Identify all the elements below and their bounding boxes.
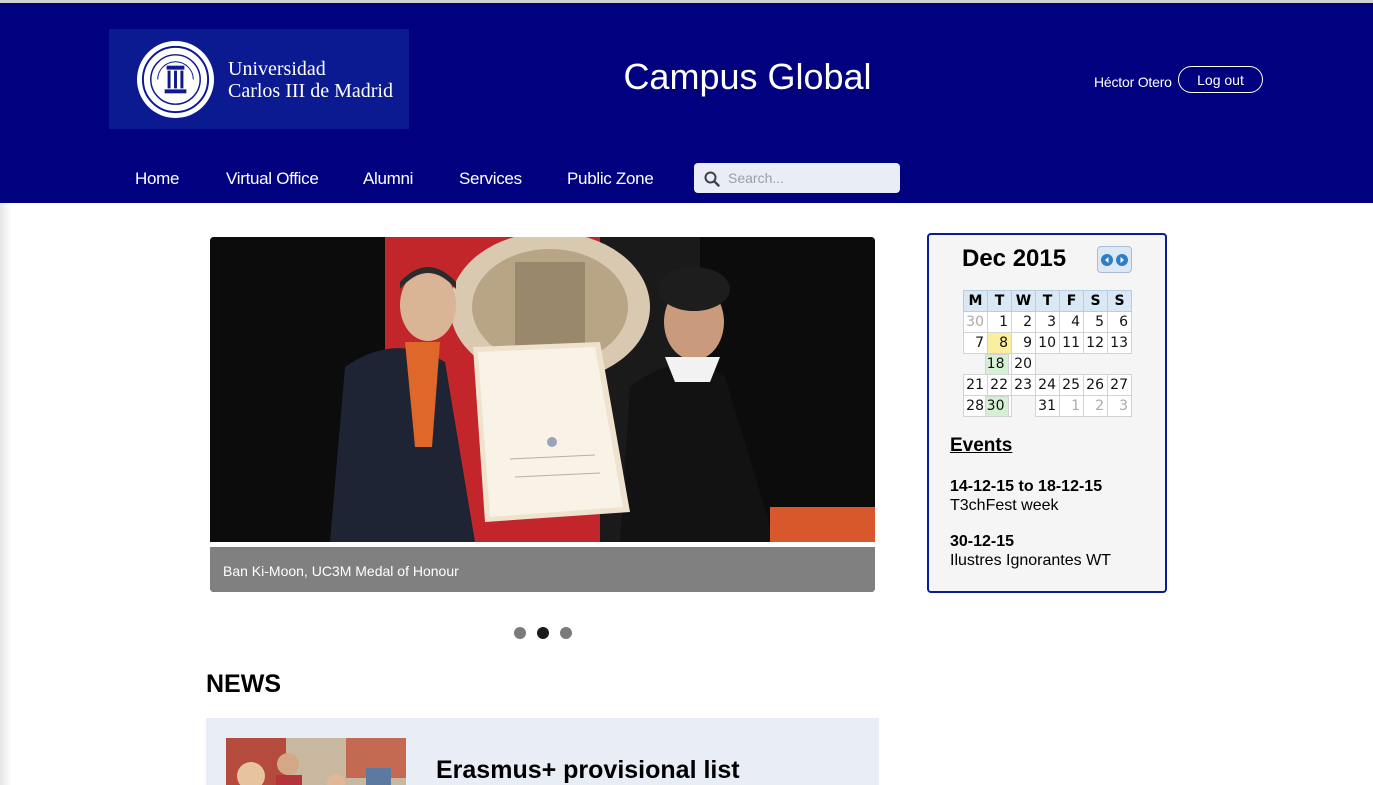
weekday-header: S [1083,290,1108,312]
calendar-grid: M T W T F S S 30123456789101112131415161… [963,290,1132,417]
news-thumbnail[interactable] [226,738,406,785]
slide-caption-band: Ban Ki-Moon, UC3M Medal of Honour [210,547,875,592]
calendar-week-row: 7 8 9 10 11 12 13 [963,332,1132,354]
weekday-header: F [1059,290,1084,312]
nav-item-virtual-office[interactable]: Virtual Office [226,169,319,189]
calendar-day-cell[interactable]: 30 [963,311,988,333]
nav-item-public-zone[interactable]: Public Zone [567,169,654,189]
weekday-header: S [1107,290,1132,312]
news-headline[interactable]: Erasmus+ provisional list [436,756,740,785]
university-name-line2: Carlos III de Madrid [228,80,393,102]
calendar-next-icon[interactable] [1116,253,1128,266]
calendar-day-cell[interactable]: 2 [1083,395,1108,417]
search-box [694,163,900,193]
calendar-month-label: Dec 2015 [962,245,1067,272]
university-logo[interactable]: Universidad Carlos III de Madrid [109,29,409,129]
calendar-day-cell[interactable]: 10 [1035,332,1060,354]
calendar-day-cell[interactable]: 25 [1059,374,1084,396]
calendar-day-cell[interactable]: 22 [987,374,1012,396]
calendar-week-row: 14151617181920 [964,353,1132,375]
calendar-day-cell[interactable]: 12 [1083,332,1108,354]
weekday-header: W [1011,290,1036,312]
calendar-day-cell[interactable]: 2 [1011,311,1036,333]
calendar-week-row: 30 1 2 3 4 5 6 [963,311,1132,333]
calendar-day-cell[interactable]: 13 [1107,332,1132,354]
site-header: Universidad Carlos III de Madrid Campus … [0,3,1373,203]
image-slider[interactable]: Ban Ki-Moon, UC3M Medal of Honour [210,237,875,592]
nav-item-home[interactable]: Home [135,169,179,189]
calendar-day-cell[interactable]: 21 [963,374,988,396]
event-item[interactable]: 30-12-15 Ilustres Ignorantes WT [950,532,1111,570]
calendar-day-cell[interactable]: 7 [963,332,988,354]
university-name: Universidad Carlos III de Madrid [228,58,393,102]
calendar-body: 3012345678910111213141516171819202122232… [963,311,1132,417]
news-item[interactable]: Erasmus+ provisional list [206,718,879,785]
weekday-header: T [1035,290,1060,312]
event-name: T3chFest week [950,497,1059,514]
calendar-prev-icon[interactable] [1101,253,1113,266]
search-icon[interactable] [704,171,720,187]
nav-item-alumni[interactable]: Alumni [363,169,413,189]
calendar-day-cell[interactable]: 11 [1059,332,1084,354]
calendar-day-cell[interactable]: 9 [1011,332,1036,354]
slider-dot-2[interactable] [537,627,549,639]
nav-item-services[interactable]: Services [459,169,522,189]
event-name: Ilustres Ignorantes WT [950,552,1111,569]
calendar-day-cell[interactable]: 27 [1107,374,1132,396]
calendar-day-cell[interactable]: 5 [1083,311,1108,333]
event-date: 30-12-15 [950,533,1015,550]
weekday-header: T [987,290,1012,312]
slider-dot-1[interactable] [514,627,526,639]
calendar-day-cell[interactable]: 3 [1035,311,1060,333]
site-title: Campus Global [623,56,872,97]
event-item[interactable]: 14-12-15 to 18-12-15 T3chFest week [950,477,1102,515]
calendar-day-cell[interactable]: 4 [1059,311,1084,333]
calendar-day-cell[interactable]: 23 [1011,374,1036,396]
logout-button[interactable]: Log out [1178,66,1263,93]
calendar-day-cell[interactable]: 18 [984,354,1009,375]
calendar-day-cell[interactable]: 3 [1107,395,1132,417]
calendar-weekday-row: M T W T F S S [963,290,1132,312]
calendar-day-cell[interactable]: 8 [987,332,1012,354]
calendar-week-row: 28293031123 [963,395,1132,417]
calendar-day-cell[interactable]: 1 [987,311,1012,333]
calendar-day-cell[interactable]: 1 [1059,395,1084,417]
calendar-day-cell[interactable]: 20 [1011,353,1036,375]
calendar-day-cell[interactable]: 30 [984,396,1009,417]
news-section-title: NEWS [206,670,281,698]
user-name: Héctor Otero [1094,74,1172,90]
calendar-day-cell[interactable]: 26 [1083,374,1108,396]
page-edge-shadow [0,203,12,785]
slider-dot-3[interactable] [560,627,572,639]
university-seal-icon [136,40,215,119]
calendar-day-cell[interactable]: 6 [1107,311,1132,333]
events-title: Events [950,435,1013,456]
calendar-nav [1097,246,1132,273]
calendar-day-cell[interactable]: 31 [1035,395,1060,417]
slide-caption: Ban Ki-Moon, UC3M Medal of Honour [223,563,459,579]
search-input[interactable] [728,163,896,193]
calendar-widget: Dec 2015 M T W T F S S 30 1 2 3 4 5 6 7 8 9 10 11 12… [927,233,1167,593]
calendar-week-row: 21 22 23 24 25 26 27 [963,374,1132,396]
event-date: 14-12-15 to 18-12-15 [950,478,1103,495]
weekday-header: M [963,290,988,312]
slide-photo[interactable] [210,237,875,542]
calendar-day-cell[interactable]: 24 [1035,374,1060,396]
university-name-line1: Universidad [228,58,326,80]
